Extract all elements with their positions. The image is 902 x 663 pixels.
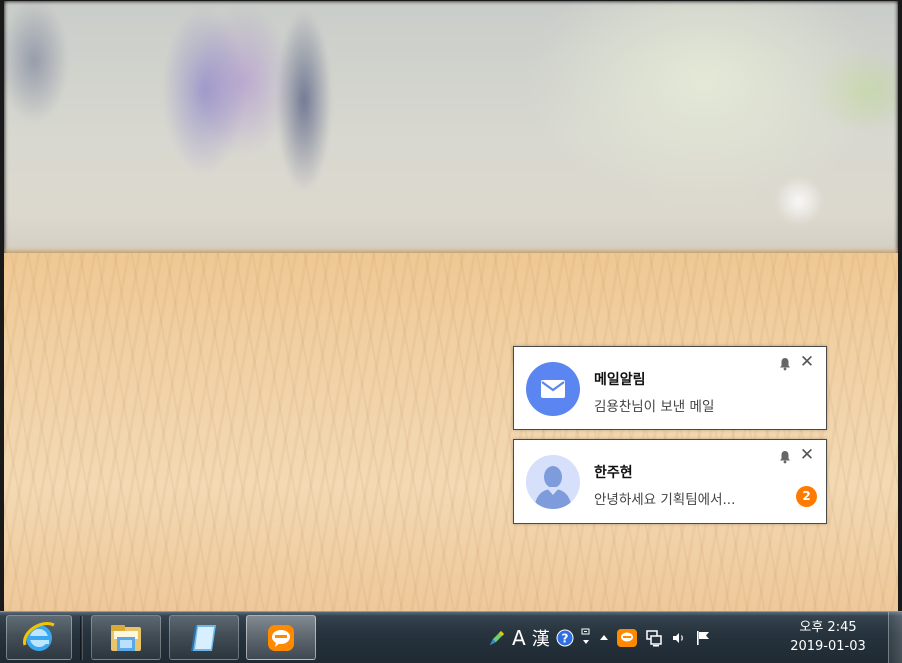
notepad-button[interactable]: [169, 615, 239, 660]
show-desktop-button[interactable]: [888, 612, 902, 663]
notification-message: 김용찬님이 보낸 메일: [594, 399, 715, 415]
wallpaper-wood: [4, 253, 898, 611]
internet-explorer-button[interactable]: [6, 615, 72, 660]
help-icon[interactable]: ?: [556, 629, 574, 647]
system-tray: A 漢 ?: [488, 612, 718, 663]
ime-mode-indicator[interactable]: A: [512, 626, 526, 650]
file-explorer-button[interactable]: [91, 615, 161, 660]
mail-icon: [526, 362, 580, 416]
bell-icon[interactable]: [778, 450, 792, 464]
show-hidden-icons[interactable]: [598, 632, 610, 644]
bell-icon[interactable]: [778, 357, 792, 371]
notification-message: 안녕하세요 기획팀에서...: [594, 492, 736, 508]
person-avatar: [526, 455, 580, 509]
notepad-icon: [191, 624, 216, 651]
notification-title: 메일알림: [594, 372, 646, 388]
ime-options-icon[interactable]: [580, 627, 592, 649]
unread-badge: 2: [796, 486, 817, 507]
internet-explorer-icon: [23, 621, 55, 651]
desktop: 메일알림 김용찬님이 보낸 메일 ✕ 한주현 안녕하세요 기획팀에서... ✕ …: [0, 0, 902, 611]
taskbar: A 漢 ? 오후 2:45 2019-01-03: [0, 611, 902, 663]
kakaotalk-tray-icon[interactable]: [616, 628, 638, 648]
notification-message-chat[interactable]: 한주현 안녕하세요 기획팀에서... ✕ 2: [513, 439, 827, 524]
action-center-flag-icon[interactable]: [694, 629, 712, 647]
ime-hanja-indicator[interactable]: 漢: [532, 625, 550, 651]
network-icon[interactable]: [644, 628, 664, 648]
wallpaper-background: [4, 1, 898, 253]
clock-time: 오후 2:45: [799, 620, 857, 635]
notification-mail[interactable]: 메일알림 김용찬님이 보낸 메일 ✕: [513, 346, 827, 430]
kakaotalk-icon: [268, 624, 294, 651]
notification-title: 한주현: [594, 465, 633, 481]
clock-date: 2019-01-03: [790, 639, 866, 654]
taskbar-clock[interactable]: 오후 2:45 2019-01-03: [778, 618, 878, 656]
ime-pen-icon[interactable]: [488, 629, 506, 647]
close-icon[interactable]: ✕: [798, 353, 816, 371]
file-explorer-icon: [111, 624, 141, 651]
close-icon[interactable]: ✕: [798, 446, 816, 464]
kakaotalk-button[interactable]: [246, 615, 316, 660]
svg-text:?: ?: [561, 632, 568, 646]
volume-icon[interactable]: [670, 629, 688, 647]
